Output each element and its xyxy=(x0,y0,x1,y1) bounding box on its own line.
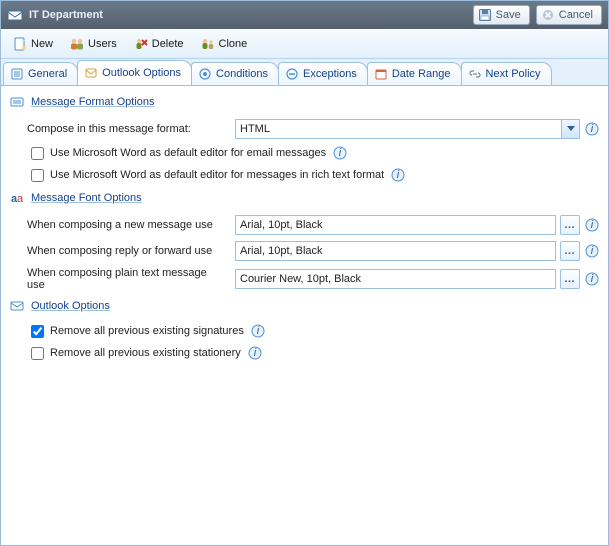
toolbar-clone[interactable]: Clone xyxy=(193,33,255,55)
font-reply-label: When composing reply or forward use xyxy=(27,245,227,257)
word-rtf-info[interactable]: i xyxy=(390,167,406,183)
font-new-info[interactable]: i xyxy=(584,217,600,233)
font-new-label: When composing a new message use xyxy=(27,219,227,231)
delete-icon xyxy=(133,36,149,52)
save-button[interactable]: Save xyxy=(473,5,530,25)
tab-next-policy[interactable]: Next Policy xyxy=(461,62,552,85)
font-plain-label: When composing plain text message use xyxy=(27,267,227,291)
toolbar: New Users Delete Clone xyxy=(1,29,608,59)
remove-stationery-label: Remove all previous existing stationery xyxy=(50,347,241,359)
cancel-button[interactable]: Cancel xyxy=(536,5,602,25)
section-message-format-label: Message Format Options xyxy=(31,96,155,108)
word-rtf-row: Use Microsoft Word as default editor for… xyxy=(9,164,600,186)
tab-outlook-options[interactable]: Outlook Options xyxy=(77,60,192,85)
remove-signatures-checkbox[interactable] xyxy=(31,325,44,338)
word-email-checkbox[interactable] xyxy=(31,147,44,160)
word-rtf-label: Use Microsoft Word as default editor for… xyxy=(50,169,384,181)
font-plain-info[interactable]: i xyxy=(584,271,600,287)
tab-general-label: General xyxy=(28,68,67,80)
section-outlook-options: Outlook Options xyxy=(9,294,600,320)
tab-outlook-options-label: Outlook Options xyxy=(102,67,181,79)
app-icon xyxy=(7,7,23,23)
tab-general[interactable]: General xyxy=(3,62,78,85)
link-icon xyxy=(468,67,482,81)
toolbar-users[interactable]: Users xyxy=(62,33,124,55)
toolbar-new-label: New xyxy=(31,38,53,50)
font-new-value: Arial, 10pt, Black xyxy=(240,219,323,231)
clone-icon xyxy=(200,36,216,52)
ellipsis-icon: … xyxy=(564,273,576,285)
tab-date-range-label: Date Range xyxy=(392,68,451,80)
outlook-icon xyxy=(84,66,98,80)
save-label: Save xyxy=(496,9,521,21)
section-outlook-options-label: Outlook Options xyxy=(31,300,110,312)
compose-format-row: Compose in this message format: HTML i xyxy=(9,116,600,142)
remove-stationery-info[interactable]: i xyxy=(247,345,263,361)
font-plain-browse[interactable]: … xyxy=(560,269,580,289)
remove-stationery-checkbox[interactable] xyxy=(31,347,44,360)
compose-format-value: HTML xyxy=(240,123,561,135)
remove-signatures-info[interactable]: i xyxy=(250,323,266,339)
tab-conditions-label: Conditions xyxy=(216,68,268,80)
cancel-label: Cancel xyxy=(559,9,593,21)
word-email-label: Use Microsoft Word as default editor for… xyxy=(50,147,326,159)
toolbar-users-label: Users xyxy=(88,38,117,50)
section-message-font-label: Message Font Options xyxy=(31,192,142,204)
tab-date-range[interactable]: Date Range xyxy=(367,62,462,85)
font-icon: aa xyxy=(9,190,25,206)
tab-exceptions[interactable]: Exceptions xyxy=(278,62,368,85)
font-plain-display: Courier New, 10pt, Black xyxy=(235,269,556,289)
tab-next-policy-label: Next Policy xyxy=(486,68,541,80)
toolbar-delete-label: Delete xyxy=(152,38,184,50)
compose-format-combo[interactable]: HTML xyxy=(235,119,580,139)
message-format-icon xyxy=(9,94,25,110)
content-area: Message Format Options Compose in this m… xyxy=(1,86,608,545)
remove-stationery-row: Remove all previous existing stationery … xyxy=(9,342,600,364)
ellipsis-icon: … xyxy=(564,245,576,257)
tab-bar: General Outlook Options Conditions Excep… xyxy=(1,59,608,86)
users-icon xyxy=(69,36,85,52)
remove-signatures-label: Remove all previous existing signatures xyxy=(50,325,244,337)
word-email-info[interactable]: i xyxy=(332,145,348,161)
font-reply-info[interactable]: i xyxy=(584,243,600,259)
toolbar-delete[interactable]: Delete xyxy=(126,33,191,55)
font-new-browse[interactable]: … xyxy=(560,215,580,235)
tab-conditions[interactable]: Conditions xyxy=(191,62,279,85)
svg-text:a: a xyxy=(17,193,24,205)
chevron-down-icon xyxy=(567,125,575,133)
window: IT Department Save Cancel New Users Dele… xyxy=(0,0,609,546)
toolbar-clone-label: Clone xyxy=(219,38,248,50)
remove-signatures-row: Remove all previous existing signatures … xyxy=(9,320,600,342)
outlook-options-icon xyxy=(9,298,25,314)
window-title: IT Department xyxy=(29,9,467,21)
combo-dropdown-button[interactable] xyxy=(561,120,579,138)
general-icon xyxy=(10,67,24,81)
word-rtf-checkbox[interactable] xyxy=(31,169,44,182)
word-email-row: Use Microsoft Word as default editor for… xyxy=(9,142,600,164)
font-reply-value: Arial, 10pt, Black xyxy=(240,245,323,257)
conditions-icon xyxy=(198,67,212,81)
section-message-font: aa Message Font Options xyxy=(9,186,600,212)
ellipsis-icon: … xyxy=(564,219,576,231)
font-new-row: When composing a new message use Arial, … xyxy=(9,212,600,238)
compose-format-info[interactable]: i xyxy=(584,121,600,137)
tab-exceptions-label: Exceptions xyxy=(303,68,357,80)
calendar-icon xyxy=(374,67,388,81)
font-plain-value: Courier New, 10pt, Black xyxy=(240,273,361,285)
titlebar: IT Department Save Cancel xyxy=(1,1,608,29)
cancel-icon xyxy=(541,8,555,22)
section-message-format: Message Format Options xyxy=(9,90,600,116)
font-new-display: Arial, 10pt, Black xyxy=(235,215,556,235)
compose-format-label: Compose in this message format: xyxy=(27,123,227,135)
new-icon xyxy=(12,36,28,52)
font-plain-row: When composing plain text message use Co… xyxy=(9,264,600,294)
exceptions-icon xyxy=(285,67,299,81)
font-reply-browse[interactable]: … xyxy=(560,241,580,261)
font-reply-display: Arial, 10pt, Black xyxy=(235,241,556,261)
toolbar-new[interactable]: New xyxy=(5,33,60,55)
save-icon xyxy=(478,8,492,22)
font-reply-row: When composing reply or forward use Aria… xyxy=(9,238,600,264)
